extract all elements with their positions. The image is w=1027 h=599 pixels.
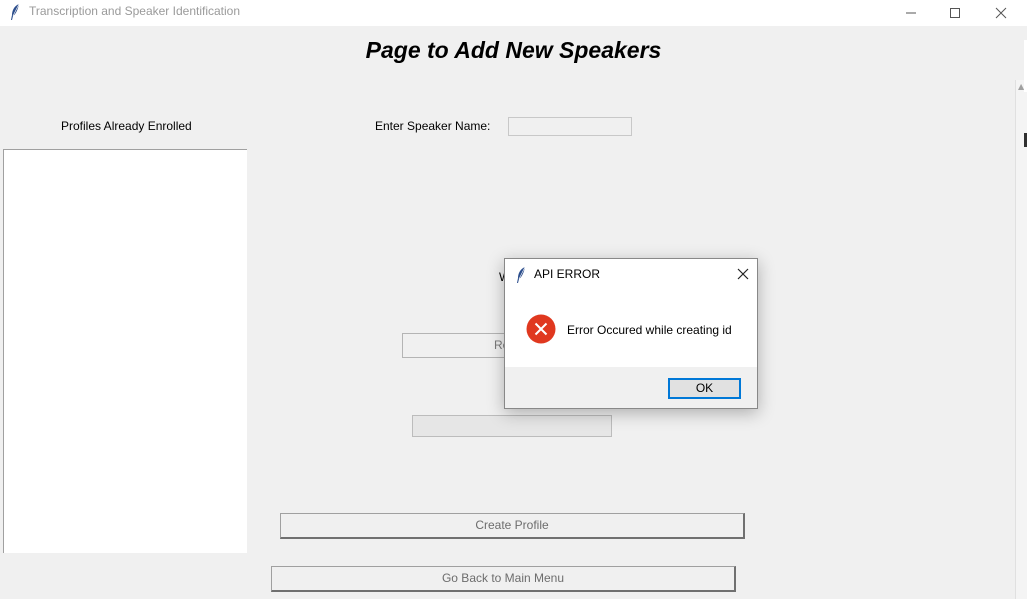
profiles-listbox[interactable] xyxy=(3,149,247,553)
feather-icon xyxy=(517,266,526,283)
create-profile-button[interactable]: Create Profile xyxy=(280,513,745,539)
vertical-scrollbar[interactable]: ▲ xyxy=(1015,80,1027,599)
maximize-icon xyxy=(950,8,960,18)
feather-icon xyxy=(11,3,20,20)
window-title: Transcription and Speaker Identification xyxy=(29,4,241,18)
maximize-button[interactable] xyxy=(932,0,978,26)
error-icon xyxy=(526,314,556,344)
speaker-name-label: Enter Speaker Name: xyxy=(375,119,491,133)
dialog-message: Error Occured while creating id xyxy=(567,323,732,337)
close-button[interactable] xyxy=(978,0,1024,26)
page-title: Page to Add New Speakers xyxy=(365,37,662,63)
error-dialog: API ERROR Error Occured while creating i… xyxy=(504,258,758,409)
close-icon xyxy=(737,268,749,280)
profiles-label: Profiles Already Enrolled xyxy=(61,119,192,133)
minimize-button[interactable] xyxy=(888,0,934,26)
speaker-name-input[interactable] xyxy=(508,117,632,136)
title-bar: Transcription and Speaker Identification xyxy=(0,0,1027,26)
progress-bar xyxy=(412,415,612,437)
close-icon xyxy=(995,7,1007,19)
record-button[interactable]: Re xyxy=(402,333,512,358)
minimize-icon xyxy=(906,12,916,14)
dialog-footer: OK xyxy=(505,367,757,408)
dialog-title: API ERROR xyxy=(534,267,601,281)
dialog-close-button[interactable] xyxy=(729,260,757,288)
back-to-main-menu-button[interactable]: Go Back to Main Menu xyxy=(271,566,736,592)
ok-button[interactable]: OK xyxy=(668,378,741,399)
